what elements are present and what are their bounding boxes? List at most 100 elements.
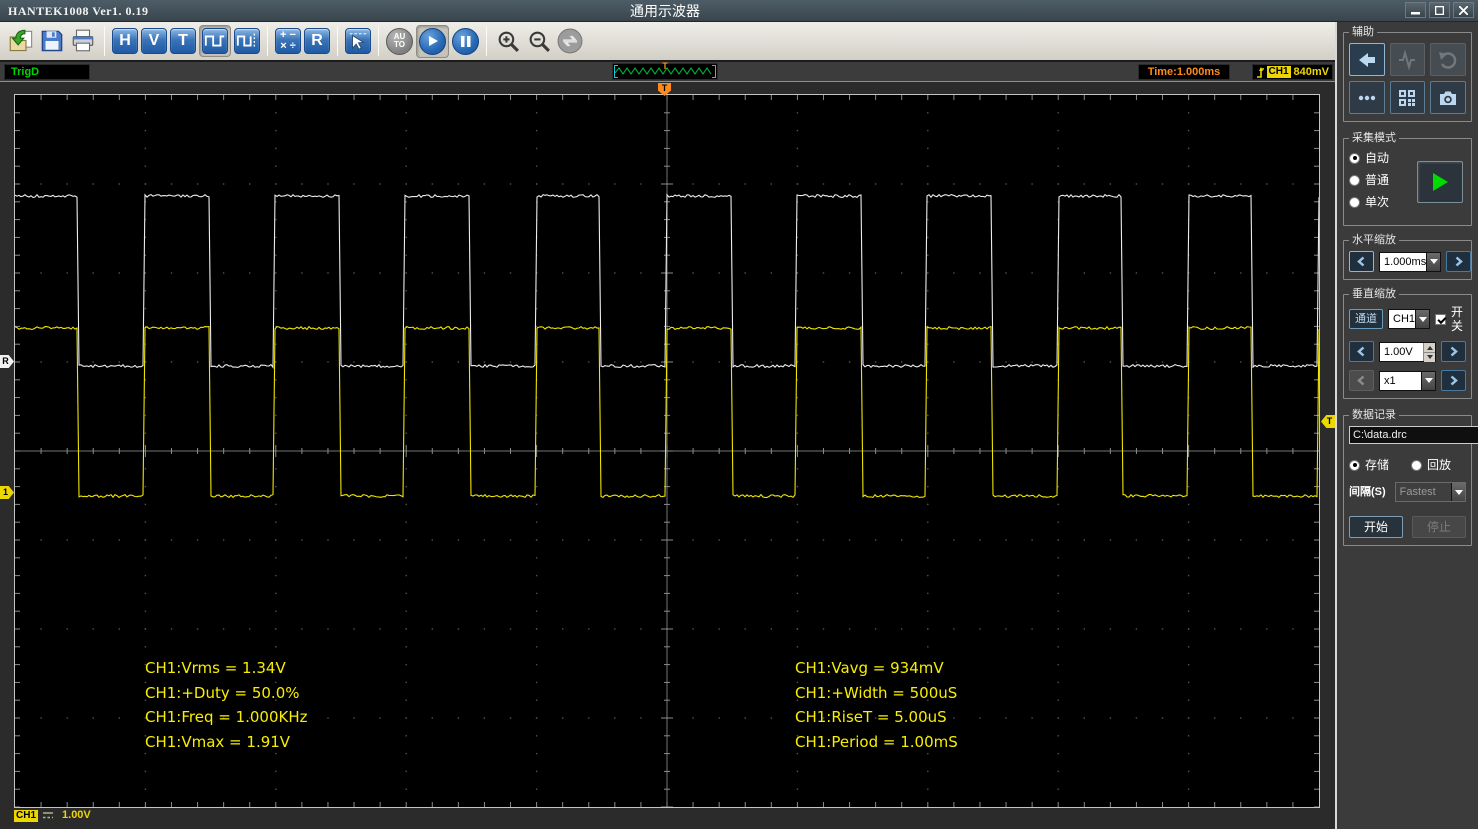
multiplier-increase-button[interactable] xyxy=(1441,370,1466,391)
interval-select[interactable]: Fastest xyxy=(1394,482,1466,502)
ellipsis-icon xyxy=(1358,95,1376,100)
aux-undo-button[interactable] xyxy=(1430,43,1466,76)
spinner-buttons[interactable] xyxy=(1423,342,1435,362)
close-button[interactable] xyxy=(1453,2,1474,18)
channel-badge: CH1 xyxy=(14,809,39,822)
waveform-measure-button[interactable] xyxy=(234,28,260,54)
math-button[interactable]: + − × ÷ xyxy=(275,28,301,54)
open-file-button[interactable] xyxy=(7,27,35,55)
maximize-button[interactable] xyxy=(1429,2,1450,18)
volts-increase-button[interactable] xyxy=(1441,341,1466,362)
measurements-left: CH1:Vrms = 1.34V CH1:+Duty = 50.0% CH1:Fre… xyxy=(145,656,308,754)
horizontal-zoom-group: 水平缩放 1.000ms xyxy=(1343,234,1472,280)
zoom-out-button[interactable] xyxy=(525,27,553,55)
refresh-button[interactable] xyxy=(556,27,584,55)
record-mode-radio[interactable]: 存储 xyxy=(1349,458,1389,472)
measurement: CH1:Freq = 1.000KHz xyxy=(145,708,308,726)
acquire-group-title: 采集模式 xyxy=(1349,132,1399,145)
play-icon xyxy=(1433,173,1448,191)
waveform-mode-button[interactable] xyxy=(199,25,231,57)
measurements-right: CH1:Vavg = 934mV CH1:+Width = 500uS CH1:Ri… xyxy=(795,656,958,754)
toolbar: H V T + − × ÷ R AUTO xyxy=(0,22,1335,62)
timebase-increase-button[interactable] xyxy=(1446,251,1472,272)
volts-per-div-spinner[interactable]: 1.00V xyxy=(1379,341,1436,362)
measurement: CH1:RiseT = 5.00uS xyxy=(795,708,947,726)
aux-back-arrow-button[interactable] xyxy=(1349,43,1385,76)
channel-switch-checkbox[interactable] xyxy=(1435,313,1447,325)
aux-qr-code-button[interactable] xyxy=(1389,81,1426,114)
chevron-left-icon xyxy=(1357,256,1365,267)
pause-button[interactable] xyxy=(452,27,479,55)
channel1-zero-marker[interactable]: 1 xyxy=(0,486,14,499)
multiplier-select[interactable]: x1 xyxy=(1379,370,1436,391)
close-icon xyxy=(1459,5,1468,15)
refresh-icon xyxy=(557,28,583,54)
trigger-status: TrigD xyxy=(4,64,90,80)
aux-waveform-button[interactable] xyxy=(1389,43,1426,76)
record-stop-button[interactable]: 停止 xyxy=(1412,516,1466,538)
app-window: HANTEK1008 Ver1. 0.19 通用示波器 H V T + − × ÷ xyxy=(0,0,1478,829)
acquire-mode-group: 采集模式 自动 普通 单次 xyxy=(1343,132,1472,226)
app-title: 通用示波器 xyxy=(630,3,700,19)
volts-per-div-value: 1.00V xyxy=(1384,345,1413,358)
maximize-icon xyxy=(1435,5,1444,15)
record-start-button[interactable]: 开始 xyxy=(1349,516,1403,538)
chevron-right-icon xyxy=(1450,375,1458,386)
data-record-title: 数据记录 xyxy=(1349,409,1399,422)
measurement: CH1:+Duty = 50.0% xyxy=(145,683,300,702)
radio-icon xyxy=(1349,459,1360,471)
trigger-menu-button[interactable]: T xyxy=(170,28,196,54)
vertical-zoom-title: 垂直缩放 xyxy=(1349,288,1399,301)
print-button[interactable] xyxy=(69,27,97,55)
reference-level-marker[interactable]: R xyxy=(0,355,14,368)
record-mode-radio[interactable]: 回放 xyxy=(1411,458,1451,472)
measurement: CH1:Vmax = 1.91V xyxy=(145,732,291,751)
cursor-button[interactable] xyxy=(345,28,371,54)
run-button[interactable] xyxy=(416,24,449,58)
interval-label: 间隔(S) xyxy=(1349,486,1386,498)
preview-left-bracket[interactable] xyxy=(614,65,618,78)
auto-setup-button[interactable]: AUTO xyxy=(386,27,413,55)
cursor-icon xyxy=(349,32,367,50)
channel-scale: 1.00V xyxy=(62,809,91,821)
qr-code-icon xyxy=(1399,89,1416,106)
save-button[interactable] xyxy=(38,27,66,55)
timebase-decrease-button[interactable] xyxy=(1349,251,1374,272)
vertical-menu-button[interactable]: V xyxy=(141,28,167,54)
aux-group: 辅助 xyxy=(1343,26,1472,122)
timebase-select[interactable]: 1.000ms xyxy=(1379,251,1442,272)
reference-button[interactable]: R xyxy=(304,28,330,54)
multiplier-decrease-button[interactable] xyxy=(1349,370,1374,391)
channel-label[interactable]: CH1 1.00V xyxy=(14,809,91,822)
back-arrow-icon xyxy=(1358,52,1375,67)
radio-icon xyxy=(1349,174,1360,186)
channel-select[interactable]: CH1 xyxy=(1388,309,1431,329)
zoom-in-button[interactable] xyxy=(494,27,522,55)
radio-icon xyxy=(1349,196,1360,208)
toolbar-separator xyxy=(337,26,338,56)
chevron-right-icon xyxy=(1455,256,1464,267)
channel-value: CH1 xyxy=(1393,313,1416,325)
preview-right-bracket[interactable] xyxy=(712,65,716,78)
play-icon xyxy=(428,36,438,46)
horizontal-menu-button[interactable]: H xyxy=(112,28,138,54)
channel-select-button[interactable]: 通道 xyxy=(1349,309,1383,329)
waveform-icon xyxy=(1399,49,1416,70)
volts-decrease-button[interactable] xyxy=(1349,341,1374,362)
aux-camera-button[interactable] xyxy=(1430,81,1466,114)
preview-trigger-marker: T xyxy=(662,61,668,71)
square-wave-measure-icon xyxy=(236,33,256,49)
measurement: CH1:Vavg = 934mV xyxy=(795,659,944,677)
record-path-input[interactable] xyxy=(1349,426,1478,444)
radio-label: 回放 xyxy=(1427,458,1452,472)
chevron-right-icon xyxy=(1450,346,1458,357)
camera-icon xyxy=(1440,91,1457,105)
undo-icon xyxy=(1439,51,1457,69)
record-preview[interactable]: T xyxy=(612,61,718,80)
minimize-button[interactable] xyxy=(1405,2,1426,18)
radio-icon xyxy=(1411,459,1423,471)
acquire-run-button[interactable] xyxy=(1417,161,1463,203)
trigger-level-marker[interactable]: T xyxy=(1321,415,1335,428)
rising-edge-icon xyxy=(1257,66,1264,78)
aux-ellipsis-button[interactable] xyxy=(1349,81,1385,114)
